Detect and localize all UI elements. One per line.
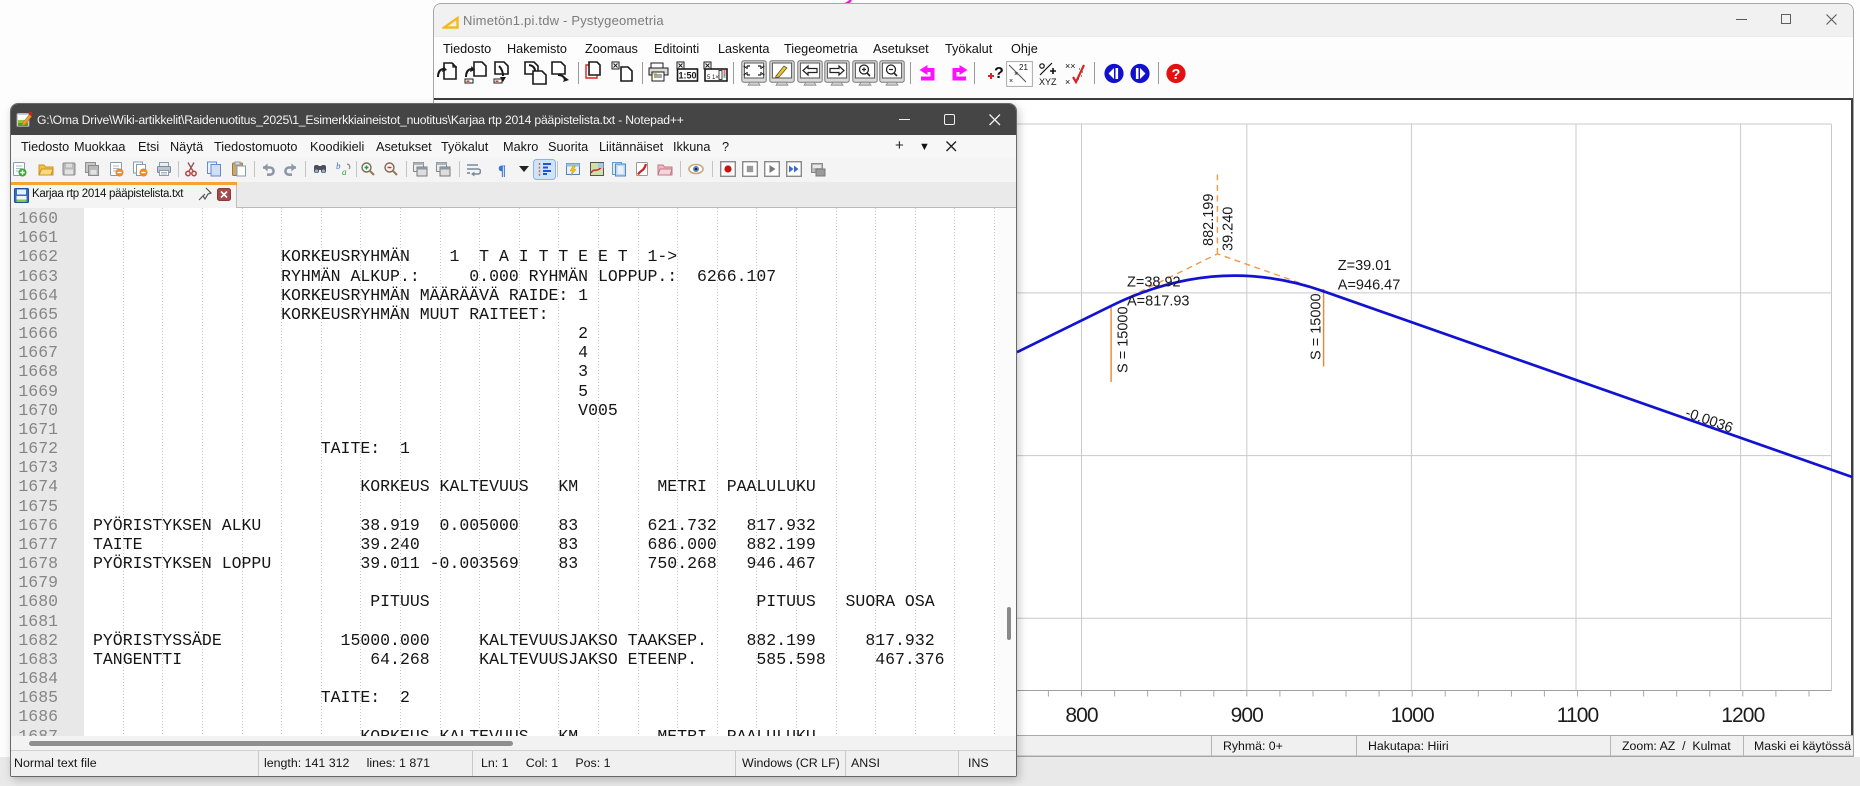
svg-text:a: a [342,167,347,177]
svg-text:1000: 1000 [1391,704,1434,727]
svg-text:?: ? [1172,67,1181,83]
svg-text:×: × [1009,78,1013,85]
svg-text:Z=38.92: Z=38.92 [1127,275,1181,291]
svg-text:1:50: 1:50 [679,71,697,81]
svg-text:882.199: 882.199 [1201,194,1217,246]
svg-text:S = 15000: S = 15000 [1116,306,1132,373]
svg-text:5 1×: 5 1× [707,75,719,81]
svg-text:××: ×× [1065,61,1076,71]
svg-text:×: × [1065,77,1070,87]
svg-text:1100: 1100 [1557,704,1599,727]
svg-text:A=817.93: A=817.93 [1127,294,1190,310]
svg-text:XYZ: XYZ [1039,77,1057,87]
svg-text:21: 21 [1019,63,1028,72]
svg-text:1200: 1200 [1721,704,1764,727]
svg-text:39.240: 39.240 [1221,207,1237,251]
svg-text:800: 800 [1065,704,1098,727]
svg-text:b: b [336,161,341,171]
svg-text:900: 900 [1231,704,1264,727]
svg-text:-0.0036: -0.0036 [1683,405,1735,436]
svg-text:×: × [1014,71,1018,78]
svg-text:A=946.47: A=946.47 [1338,278,1401,294]
svg-text:?: ? [994,65,1004,82]
svg-text:S = 15000: S = 15000 [1309,293,1325,360]
svg-text:Z=39.01: Z=39.01 [1338,258,1392,274]
svg-text:¶: ¶ [498,163,506,177]
